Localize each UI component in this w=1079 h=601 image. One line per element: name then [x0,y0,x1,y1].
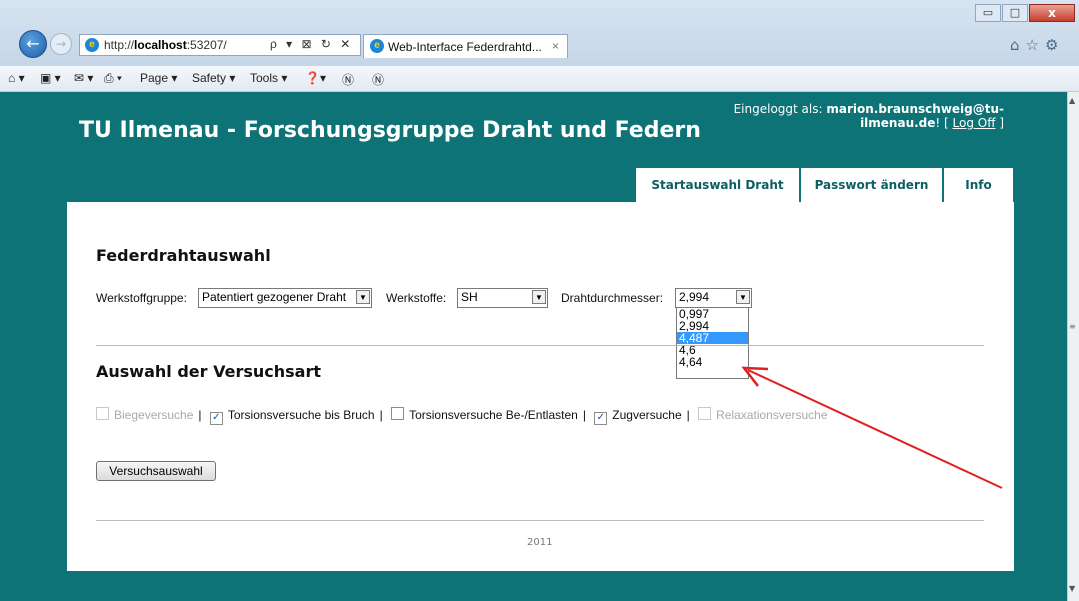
mail-icon[interactable]: ✉ ▾ [74,71,93,85]
tab-info[interactable]: Info [944,168,1013,202]
checkbox-biegeversuche [96,407,109,420]
tab-ie-icon: e [370,39,384,53]
durchmesser-dropdown-list[interactable]: 0,997 2,994 4,487 4,6 4,64 [676,307,749,379]
menu-tools[interactable]: Tools ▾ [250,71,287,85]
scroll-up-icon[interactable]: ▲ [1069,96,1077,105]
minimize-button[interactable]: ▭ [975,4,1001,22]
tab-startauswahl-draht[interactable]: Startauswahl Draht [636,168,799,202]
checkbox-label[interactable]: Torsionsversuche Be-/Entlasten [409,408,578,422]
checkbox-label[interactable]: Zugversuche [612,408,681,422]
logoff-link[interactable]: Log Off [953,116,996,130]
close-window-button[interactable]: x [1029,4,1075,22]
scroll-down-icon[interactable]: ▼ [1069,584,1077,593]
heading-federdrahtauswahl: Federdrahtauswahl [96,246,271,265]
menu-safety[interactable]: Safety ▾ [192,71,235,85]
feeds-icon[interactable]: ▣ ▾ [40,71,61,85]
checkbox-label[interactable]: Torsionsversuche bis Bruch [228,408,375,422]
chevron-down-icon[interactable]: ▼ [356,290,370,304]
checkbox-torsion-bruch[interactable]: ✓ [209,412,223,425]
divider [96,520,984,521]
chevron-down-icon[interactable]: ▼ [532,290,546,304]
tab-close-icon[interactable]: × [552,39,559,53]
ie-logo-icon: e [85,38,99,52]
address-url: http://localhost:53207/ [104,38,227,52]
scroll-grip-icon[interactable]: ≡ [1069,322,1077,332]
versuchsart-checkboxes: Biegeversuche | ✓ Torsionsversuche bis Bru… [96,407,828,425]
onenote-icon[interactable]: Ⓝ [342,71,354,88]
heading-versuchsart: Auswahl der Versuchsart [96,362,321,381]
command-bar: ⌂ ▾ ▣ ▾ ✉ ▾ ⎙ ▾ Page ▾ Safety ▾ Tools ▾ … [0,66,1079,92]
werkstoffgruppe-label: Werkstoffgruppe: [96,291,187,305]
onenote-linked-icon[interactable]: Ⓝ [372,71,384,88]
tab-passwort-aendern[interactable]: Passwort ändern [801,168,942,202]
checkbox-relaxation [698,407,712,420]
checkbox-zugversuche[interactable]: ✓ [594,412,608,425]
vertical-scrollbar[interactable] [1067,92,1079,601]
checkbox-label: Biegeversuche [114,408,194,422]
browser-tab[interactable]: e Web-Interface Federdrahtd... × [363,34,568,58]
home-icon[interactable]: ⌂ ▾ [8,71,25,85]
chevron-down-icon[interactable]: ▼ [736,290,750,304]
tab-title: Web-Interface Federdrahtd... [388,40,542,54]
print-icon[interactable]: ⎙ ▾ [104,71,122,86]
login-info: Eingeloggt als: marion.braunschweig@tu-i… [733,102,1004,130]
durchmesser-select[interactable]: 2,994 ▼ [675,288,752,308]
werkstoffe-label: Werkstoffe: [386,291,447,305]
maximize-button[interactable]: □ [1002,4,1028,22]
site-title: TU Ilmenau - Forschungsgruppe Draht und … [79,118,701,143]
address-tools[interactable]: ρ ▾ ⊠ ↻ ✕ [270,37,353,51]
checkbox-torsion-entlasten[interactable] [391,407,405,420]
divider [96,345,984,346]
werkstoffgruppe-select[interactable]: Patentiert gezogener Draht ▼ [198,288,372,308]
help-icon[interactable]: ❓▾ [305,71,326,85]
footer-year: 2011 [527,537,553,548]
forward-arrow-icon[interactable]: → [50,33,72,55]
address-bar[interactable]: e http://localhost:53207/ ρ ▾ ⊠ ↻ ✕ [79,34,361,56]
werkstoffe-select[interactable]: SH ▼ [457,288,548,308]
menu-page[interactable]: Page ▾ [140,71,177,85]
checkbox-label: Relaxationsversuche [716,408,828,422]
back-arrow-icon[interactable]: ← [19,30,47,58]
home-favorites-settings-icons[interactable]: ⌂☆⚙ [1010,36,1078,56]
durchmesser-label: Drahtdurchmesser: [561,291,664,305]
versuchsauswahl-button[interactable]: Versuchsauswahl [96,461,216,481]
dropdown-option[interactable]: 4,64 [677,356,748,368]
